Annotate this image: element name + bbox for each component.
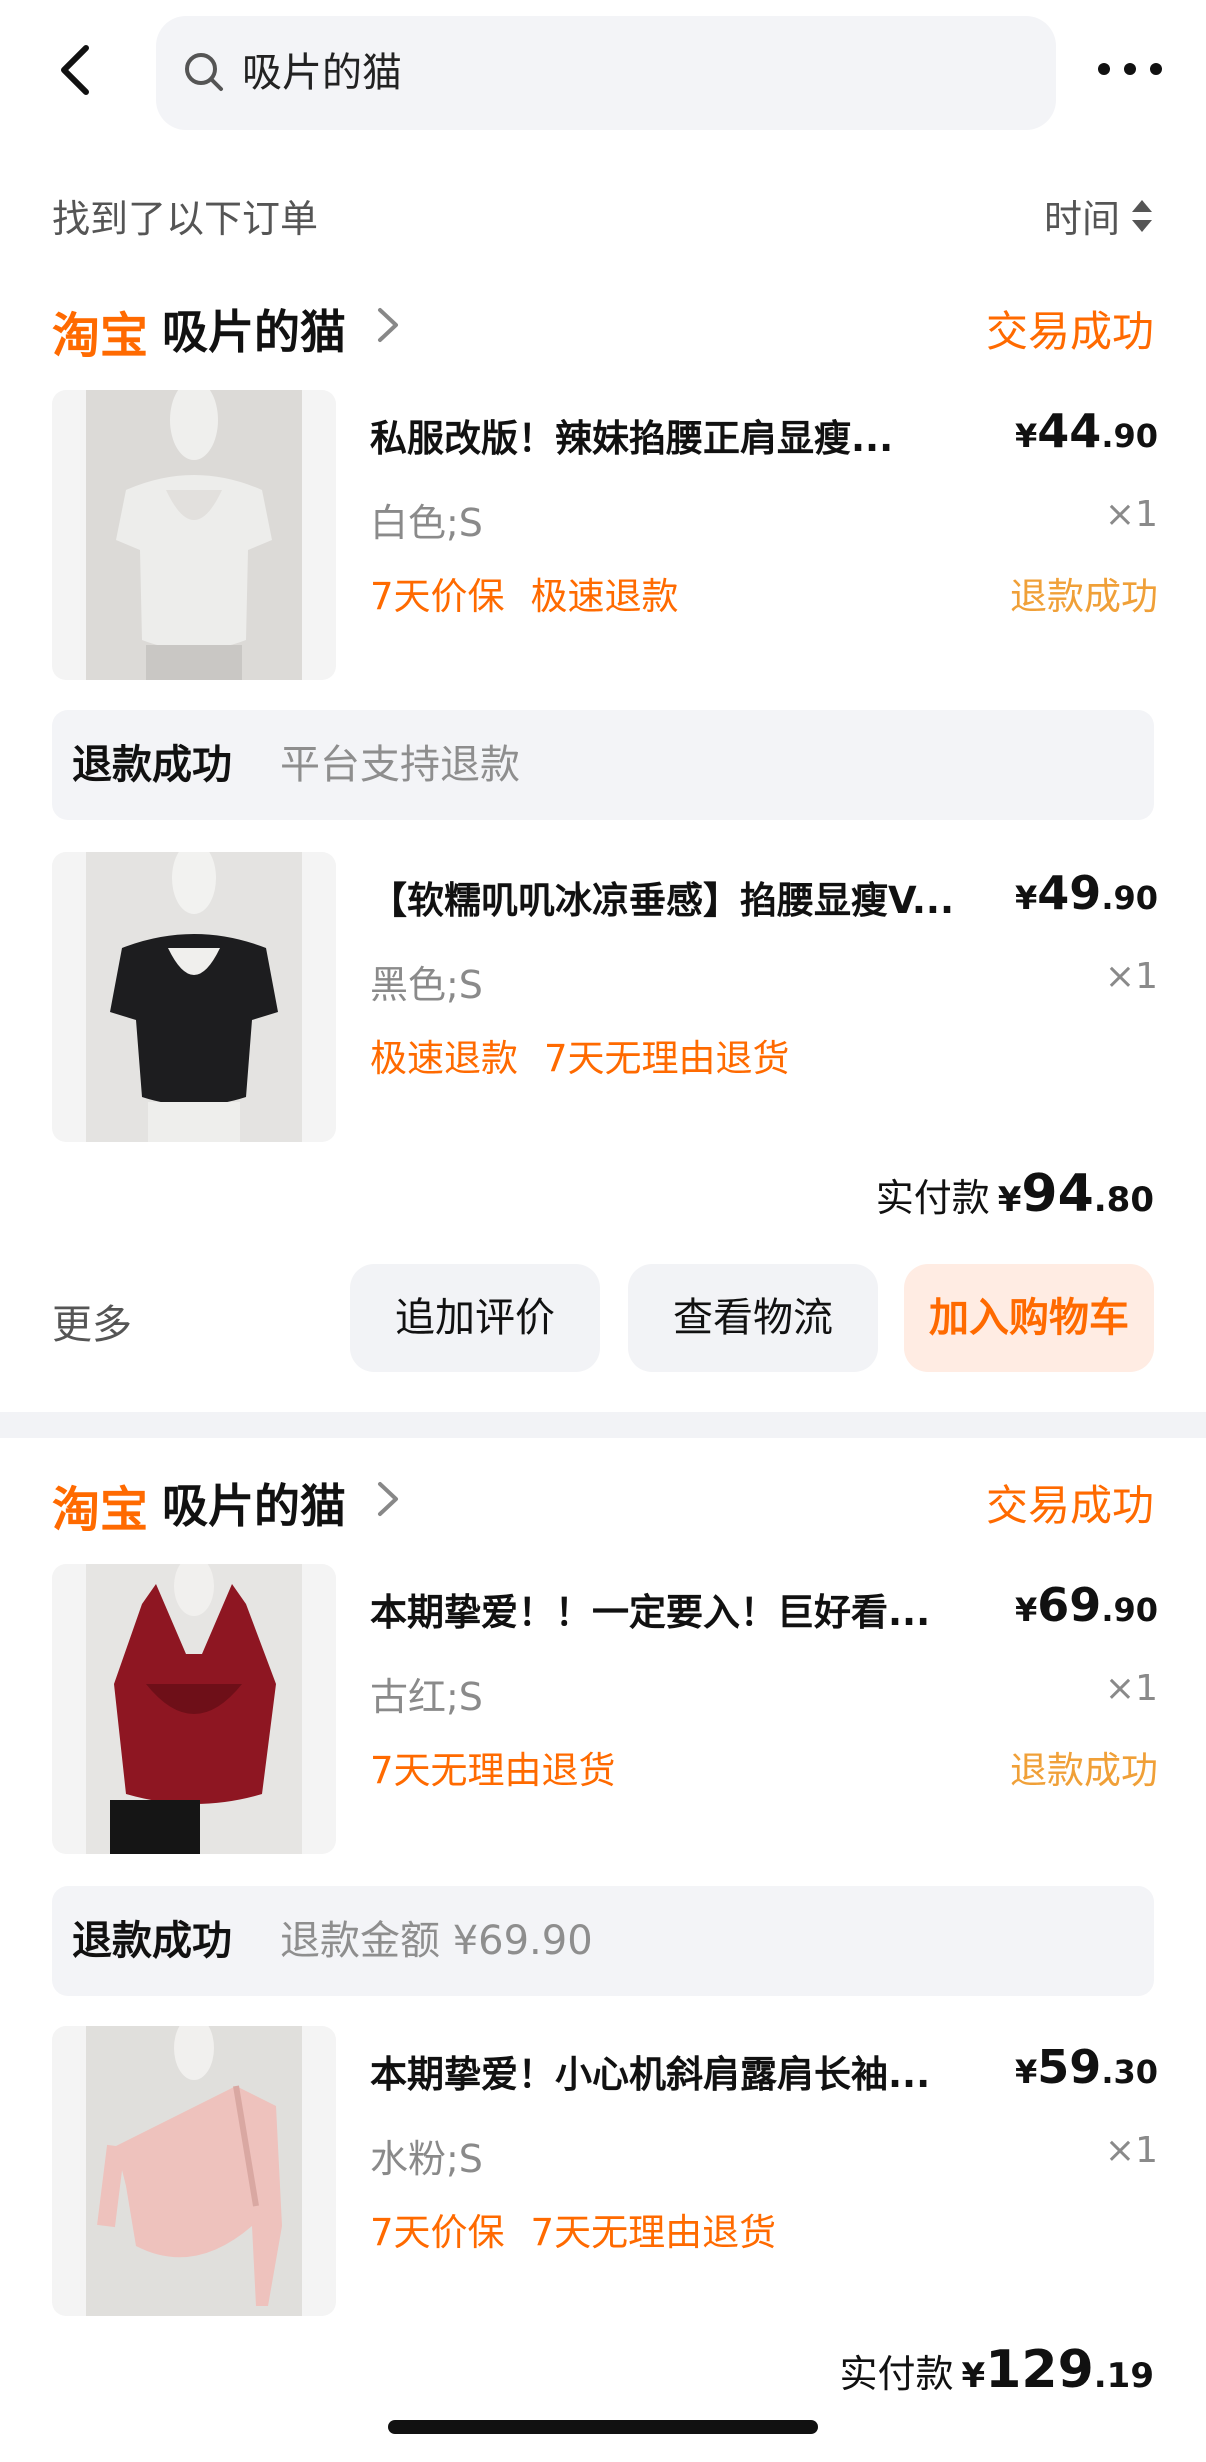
taobao-logo: 淘宝 (52, 1482, 149, 1538)
more-dots-icon (1098, 63, 1162, 75)
product-thumbnail[interactable] (52, 2026, 336, 2316)
product-title[interactable]: 私服改版！辣妹掐腰正肩显瘦... (370, 408, 970, 462)
product-thumbnail[interactable] (52, 390, 336, 680)
product-title[interactable]: 【软糯叽叽冰凉垂感】掐腰显瘦V... (370, 870, 970, 924)
product-price: ¥69.90 (1015, 1578, 1158, 1632)
more-options-button[interactable] (1094, 44, 1166, 94)
service-tags: 极速退款 7天无理由退货 (370, 1028, 790, 1082)
order-2-header[interactable]: 淘宝 吸片的猫 交易成功 (52, 1462, 1154, 1538)
order-item[interactable]: 本期挚爱！！一定要入！巨好看... ¥69.90 古红;S ×1 7天无理由退货… (52, 1564, 1158, 1854)
more-actions-link[interactable]: 更多 (52, 1292, 132, 1350)
refund-title: 退款成功 (72, 742, 232, 788)
product-quantity: ×1 (1104, 2130, 1158, 2171)
chevron-right-icon (378, 308, 398, 342)
home-indicator[interactable] (388, 2420, 818, 2434)
paid-amount: 实付款 ¥129.19 (839, 2340, 1154, 2400)
service-tags: 7天价保 7天无理由退货 (370, 2202, 776, 2256)
back-button[interactable] (52, 40, 102, 100)
chevron-right-icon (378, 1482, 398, 1516)
item-refund-status: 退款成功 (1010, 575, 1158, 618)
product-sku: 古红;S (370, 1675, 483, 1719)
paid-amount: 实付款 ¥94.80 (875, 1164, 1154, 1224)
refund-title: 退款成功 (72, 1918, 232, 1964)
product-thumbnail[interactable] (52, 852, 336, 1142)
order-item[interactable]: 私服改版！辣妹掐腰正肩显瘦... ¥44.90 白色;S ×1 7天价保 极速退… (52, 390, 1158, 680)
product-title[interactable]: 本期挚爱！小心机斜肩露肩长袖... (370, 2044, 970, 2098)
product-thumbnail[interactable] (52, 1564, 336, 1854)
item-refund-status: 退款成功 (1010, 1749, 1158, 1792)
service-tag: 7天价保 (370, 575, 505, 618)
service-tag: 极速退款 (530, 575, 679, 618)
product-image (86, 2026, 302, 2316)
results-label: 找到了以下订单 (52, 197, 319, 241)
product-price: ¥49.90 (1015, 866, 1158, 920)
product-quantity: ×1 (1104, 956, 1158, 997)
product-sku: 黑色;S (370, 963, 483, 1007)
sort-icon (1132, 199, 1152, 232)
add-review-button[interactable]: 追加评价 (350, 1264, 600, 1372)
search-input[interactable]: 吸片的猫 (242, 16, 402, 130)
refund-subtitle: 平台支持退款 (280, 742, 520, 788)
product-image (86, 852, 302, 1142)
add-to-cart-button[interactable]: 加入购物车 (904, 1264, 1154, 1372)
taobao-logo: 淘宝 (52, 308, 149, 364)
product-quantity: ×1 (1104, 1668, 1158, 1709)
product-image (86, 390, 302, 680)
order-item[interactable]: 【软糯叽叽冰凉垂感】掐腰显瘦V... ¥49.90 黑色;S ×1 极速退款 7… (52, 852, 1158, 1142)
product-quantity: ×1 (1104, 494, 1158, 535)
product-image (86, 1564, 302, 1854)
order-1-header[interactable]: 淘宝 吸片的猫 交易成功 (52, 288, 1154, 364)
order-item[interactable]: 本期挚爱！小心机斜肩露肩长袖... ¥59.30 水粉;S ×1 7天价保 7天… (52, 2026, 1158, 2316)
order-status: 交易成功 (985, 307, 1154, 356)
product-price: ¥59.30 (1015, 2040, 1158, 2094)
refund-info-bar[interactable]: 退款成功 退款金额 ¥69.90 (52, 1886, 1154, 1996)
sort-label: 时间 (1043, 197, 1120, 241)
search-bar[interactable]: 吸片的猫 (156, 16, 1056, 130)
shop-name[interactable]: 吸片的猫 (162, 1470, 346, 1536)
sort-toggle[interactable]: 时间 (1044, 188, 1154, 243)
product-title[interactable]: 本期挚爱！！一定要入！巨好看... (370, 1582, 970, 1636)
refund-info-bar[interactable]: 退款成功 平台支持退款 (52, 710, 1154, 820)
service-tag: 7天无理由退货 (544, 1037, 790, 1080)
product-sku: 白色;S (370, 501, 483, 545)
product-price: ¥44.90 (1015, 404, 1158, 458)
search-icon (185, 53, 223, 91)
service-tag: 7天无理由退货 (530, 2211, 777, 2254)
card-divider (0, 1412, 1206, 1438)
view-logistics-button[interactable]: 查看物流 (628, 1264, 878, 1372)
top-bar: 吸片的猫 (0, 0, 1206, 150)
service-tag: 极速退款 (370, 1037, 518, 1080)
shop-name[interactable]: 吸片的猫 (162, 296, 346, 362)
service-tags: 7天价保 极速退款 (370, 566, 679, 620)
service-tag: 7天无理由退货 (370, 1749, 616, 1792)
order-status: 交易成功 (985, 1481, 1154, 1530)
product-sku: 水粉;S (370, 2137, 483, 2181)
refund-subtitle: 退款金额 ¥69.90 (280, 1918, 593, 1964)
chevron-left-icon (61, 45, 89, 95)
service-tag: 7天价保 (370, 2211, 505, 2254)
service-tags: 7天无理由退货 (370, 1740, 616, 1794)
